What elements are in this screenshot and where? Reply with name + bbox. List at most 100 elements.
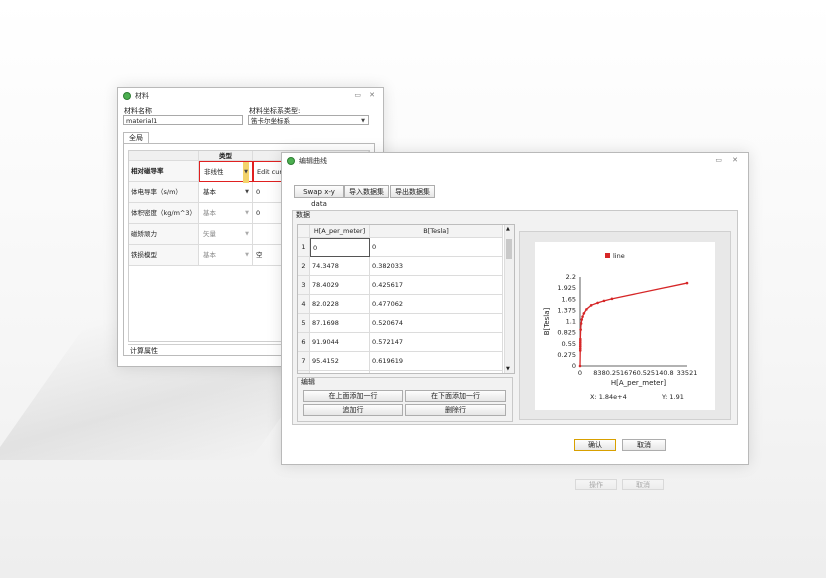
property-type-select[interactable]: 基本 ▼ bbox=[199, 245, 253, 266]
import-dataset-button[interactable]: 导入数据集 bbox=[344, 185, 389, 198]
type-column-header: 类型 bbox=[199, 151, 253, 161]
cancel-button[interactable]: 取消 bbox=[622, 439, 666, 451]
data-point bbox=[581, 315, 584, 318]
x-tick-label: 8380.25 bbox=[593, 369, 620, 377]
cell-h-value[interactable]: 0 bbox=[310, 238, 370, 257]
insert-above-button[interactable]: 在上面添加一行 bbox=[303, 390, 403, 402]
material-ok-button[interactable]: 操作 bbox=[575, 479, 617, 490]
cell-b-value[interactable]: 0.425617 bbox=[370, 276, 503, 295]
series-line bbox=[579, 282, 688, 367]
material-titlebar: 材料 ▭ ✕ bbox=[118, 88, 383, 104]
y-tick-label: 0 bbox=[572, 362, 576, 370]
material-name-input[interactable]: material1 bbox=[123, 115, 243, 125]
cell-h-value[interactable]: 100.608 bbox=[310, 371, 370, 373]
property-type-select[interactable]: 非线性 ▼ bbox=[199, 161, 253, 183]
data-point bbox=[579, 328, 582, 331]
x-tick-label: 33521 bbox=[677, 369, 698, 377]
cell-b-value-text: 0.477062 bbox=[372, 300, 404, 308]
cell-h-value-text: 74.3478 bbox=[312, 262, 339, 270]
scroll-down-icon[interactable]: ▼ bbox=[506, 366, 510, 372]
restore-icon[interactable]: ▭ bbox=[715, 156, 722, 164]
cell-b-value[interactable]: 0.667148 bbox=[370, 371, 503, 373]
property-label-cell: 磁矫顽力 bbox=[129, 224, 199, 245]
swap-xy-button[interactable]: Swap x-y data bbox=[294, 185, 344, 208]
y-axis-label: B[Tesla] bbox=[543, 307, 551, 335]
row-number-text: 3 bbox=[301, 281, 306, 289]
chevron-down-icon: ▼ bbox=[361, 118, 365, 124]
tab-global-label: 全局 bbox=[129, 134, 143, 142]
cell-b-value[interactable]: 0.572147 bbox=[370, 333, 503, 352]
cell-h-value[interactable]: 87.1698 bbox=[310, 314, 370, 333]
column-header-b: B[Tesla] bbox=[370, 225, 503, 238]
confirm-label: 确认 bbox=[588, 441, 602, 449]
scroll-thumb[interactable] bbox=[506, 239, 512, 259]
material-cancel-button[interactable]: 取消 bbox=[622, 479, 664, 490]
row-number: 7 bbox=[298, 352, 310, 371]
material-cancel-label: 取消 bbox=[636, 481, 650, 489]
curve-titlebar: 编辑曲线 ▭ ✕ bbox=[282, 153, 748, 169]
cell-h-value[interactable]: 74.3478 bbox=[310, 257, 370, 276]
confirm-button[interactable]: 确认 bbox=[574, 439, 616, 451]
cell-h-value[interactable]: 82.0228 bbox=[310, 295, 370, 314]
coord-type-value: 笛卡尔坐标系 bbox=[251, 117, 290, 125]
data-point bbox=[610, 297, 614, 301]
row-number: 8 bbox=[298, 371, 310, 373]
table-scrollbar[interactable]: ▲ ▼ bbox=[504, 225, 514, 373]
property-type-value: 基本 bbox=[203, 251, 216, 259]
coordinate-readout-x: X: 1.84e+4 bbox=[590, 393, 627, 401]
cell-h-value-text: 78.4029 bbox=[312, 281, 339, 289]
edit-curve-window: 编辑曲线 ▭ ✕ Swap x-y data 导入数据集 导出数据集 数据 H[… bbox=[281, 152, 749, 465]
insert-below-button[interactable]: 在下面添加一行 bbox=[405, 390, 506, 402]
cell-h-value[interactable]: 91.9044 bbox=[310, 333, 370, 352]
restore-icon[interactable]: ▭ bbox=[354, 91, 361, 99]
export-dataset-button[interactable]: 导出数据集 bbox=[390, 185, 435, 198]
property-type-select[interactable]: 基本 ▼ bbox=[199, 203, 253, 224]
row-number-text: 2 bbox=[301, 262, 306, 270]
export-dataset-label: 导出数据集 bbox=[395, 188, 430, 196]
property-type-value: 基本 bbox=[203, 188, 216, 196]
data-point bbox=[602, 299, 606, 303]
cell-h-value[interactable]: 95.4152 bbox=[310, 352, 370, 371]
cell-b-value[interactable]: 0.477062 bbox=[370, 295, 503, 314]
chevron-down-icon: ▼ bbox=[245, 231, 249, 237]
property-label-cell: 体电导率（s/m） bbox=[129, 182, 199, 203]
property-type-value: 基本 bbox=[203, 209, 216, 217]
property-type-select[interactable]: 矢量 ▼ bbox=[199, 224, 253, 245]
coord-type-select[interactable]: 笛卡尔坐标系 ▼ bbox=[248, 115, 369, 125]
row-number: 6 bbox=[298, 333, 310, 352]
row-number: 1 bbox=[298, 238, 310, 257]
grid-header-blank bbox=[129, 151, 199, 161]
column-header-h: H[A_per_meter] bbox=[310, 225, 370, 238]
cell-b-value-text: 0 bbox=[372, 243, 377, 251]
property-type-select[interactable]: 基本 ▼ bbox=[199, 182, 253, 203]
y-tick-label: 0.275 bbox=[557, 351, 576, 359]
cell-b-value[interactable]: 0.382033 bbox=[370, 257, 503, 276]
data-point bbox=[589, 304, 593, 307]
type-column-header-text: 类型 bbox=[219, 152, 232, 160]
coordinate-readout-y: Y: 1.91 bbox=[661, 393, 684, 401]
cell-b-value-text: 0.572147 bbox=[372, 338, 404, 346]
property-label-cell: 体积密度（kg/m^3） bbox=[129, 203, 199, 224]
material-ok-label: 操作 bbox=[589, 481, 603, 489]
cell-h-value[interactable]: 78.4029 bbox=[310, 276, 370, 295]
data-point bbox=[582, 312, 586, 315]
scroll-up-icon[interactable]: ▲ bbox=[506, 226, 510, 232]
data-point bbox=[579, 337, 582, 341]
data-group: 数据 H[A_per_meter] B[Tesla] 1 0 0 2 74.3478 0.… bbox=[292, 210, 738, 425]
cell-b-value-text: 0.425617 bbox=[372, 281, 404, 289]
cell-b-value[interactable]: 0.619619 bbox=[370, 352, 503, 371]
insert-below-label: 在下面添加一行 bbox=[431, 392, 480, 400]
delete-row-label: 删除行 bbox=[445, 406, 466, 414]
edit-group-title: 编辑 bbox=[301, 378, 315, 386]
property-type-value: 矢量 bbox=[203, 230, 216, 238]
cell-b-value[interactable]: 0.520674 bbox=[370, 314, 503, 333]
append-row-button[interactable]: 追加行 bbox=[303, 404, 403, 416]
bh-curve-chart: line 0 0.275 0.55 0.825 1.1 1.375 1.65 1.925 2.2 0… bbox=[535, 242, 715, 410]
close-icon[interactable]: ✕ bbox=[732, 156, 738, 164]
cell-b-value[interactable]: 0 bbox=[370, 238, 503, 257]
swap-xy-label: Swap x-y data bbox=[303, 188, 335, 208]
data-point bbox=[579, 322, 583, 325]
close-icon[interactable]: ✕ bbox=[369, 91, 375, 99]
import-dataset-label: 导入数据集 bbox=[349, 188, 384, 196]
delete-row-button[interactable]: 删除行 bbox=[405, 404, 506, 416]
